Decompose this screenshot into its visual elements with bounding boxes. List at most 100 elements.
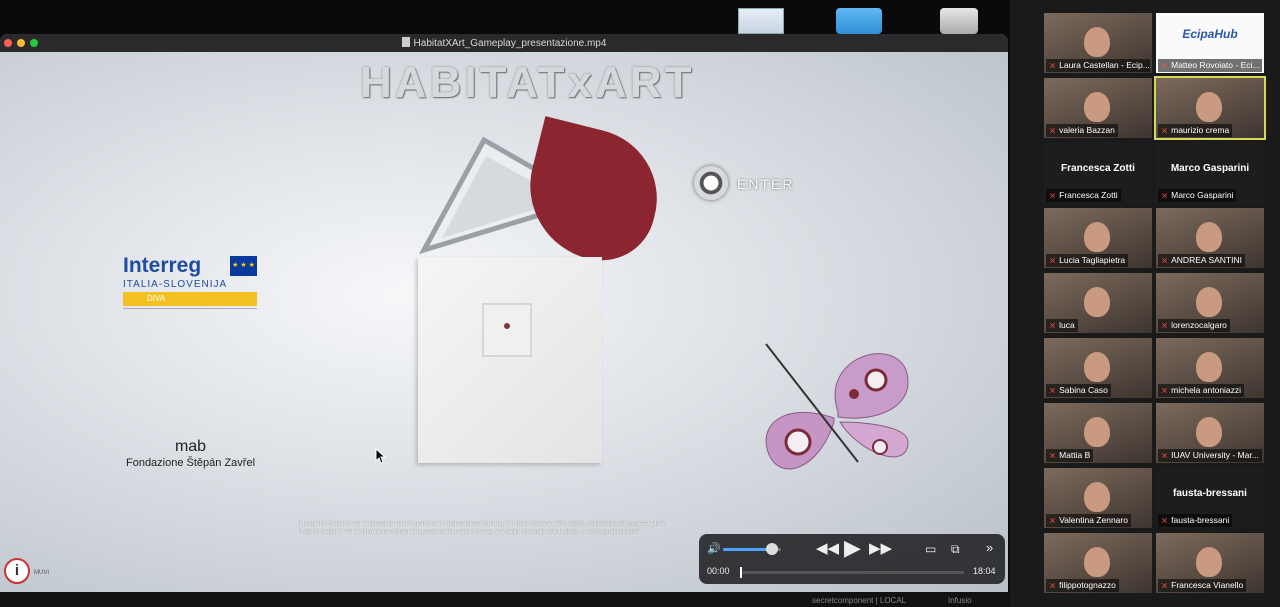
- participant-tile[interactable]: ⨯ filippotognazzo: [1044, 533, 1152, 593]
- participant-name-text: filippotognazzo: [1059, 580, 1116, 590]
- fast-forward-button[interactable]: ▶▶: [869, 539, 892, 557]
- more-options-icon[interactable]: »: [986, 540, 993, 555]
- participant-video: [1084, 222, 1110, 252]
- participant-name: ⨯ Laura Castellan - Ecip...: [1046, 59, 1150, 72]
- participant-name: ⨯ Marco Gasparini: [1158, 189, 1237, 202]
- credits-line-2: Projekt Habitat X ArT je financiran s st…: [298, 529, 642, 535]
- participant-tile[interactable]: fausta-bressani ⨯ fausta-bressani: [1156, 468, 1264, 528]
- mic-muted-icon: ⨯: [1161, 385, 1169, 395]
- participant-tile[interactable]: ⨯ Mattia B: [1044, 403, 1152, 463]
- participant-name-text: Matteo Rovoiato - Eci...: [1171, 60, 1260, 70]
- picture-in-picture-icon[interactable]: ⧉: [951, 542, 960, 557]
- desktop-screen: HabitatXArt_Gameplay_presentazione.mp4 H…: [0, 0, 1280, 607]
- participant-tile[interactable]: ⨯ IUAV University - Mar...: [1156, 403, 1264, 463]
- airplay-icon[interactable]: ▭: [925, 542, 936, 556]
- mic-muted-icon: ⨯: [1049, 255, 1057, 265]
- credits-text: Il progetto Habitat X ArT è finanziato d…: [298, 520, 738, 536]
- participant-video: [1084, 547, 1110, 577]
- participant-tile[interactable]: Francesca Zotti ⨯ Francesca Zotti: [1044, 143, 1152, 203]
- participant-video: [1084, 92, 1110, 122]
- participant-tile[interactable]: ⨯ Lucia Tagliapietra: [1044, 208, 1152, 268]
- document-icon[interactable]: [738, 8, 784, 34]
- mic-muted-icon: ⨯: [1049, 190, 1057, 200]
- participant-video: [1084, 417, 1110, 447]
- mic-muted-icon: ⨯: [1161, 60, 1169, 70]
- mic-muted-icon: ⨯: [1049, 450, 1057, 460]
- cube-window: [482, 303, 532, 357]
- participant-name: ⨯ filippotognazzo: [1046, 579, 1119, 592]
- mic-muted-icon: ⨯: [1161, 320, 1169, 330]
- bottom-text-2: Infusio: [948, 596, 972, 605]
- participant-tile[interactable]: ⨯ valeria Bazzan: [1044, 78, 1152, 138]
- bottom-strip: secretcomponent | LOCAL Infusio: [0, 592, 1010, 607]
- participant-tile[interactable]: ⨯ michela antoniazzi: [1156, 338, 1264, 398]
- participant-name: ⨯ Francesca Zotti: [1046, 189, 1121, 202]
- eu-flag-icon: ★ ★ ★: [230, 256, 257, 276]
- scrubber-bar[interactable]: [740, 567, 964, 578]
- participant-name: ⨯ Lucia Tagliapietra: [1046, 254, 1129, 267]
- participant-name-text: luca: [1059, 320, 1075, 330]
- participants-panel: ⨯ Laura Castellan - Ecip... EcipaHub ⨯ Matte…: [1010, 0, 1280, 607]
- playback-controls: 🔊 ◀◀ ▶ ▶▶ ▭ ⧉ » 00:00 18:04: [699, 534, 1005, 584]
- participant-name: ⨯ Francesca Vianello: [1158, 579, 1247, 592]
- play-button[interactable]: ▶: [844, 535, 861, 561]
- participant-tile[interactable]: ⨯ luca: [1044, 273, 1152, 333]
- participant-display-name: Marco Gasparini: [1170, 163, 1250, 174]
- rewind-button[interactable]: ◀◀: [816, 539, 839, 557]
- participant-name: ⨯ Sabina Caso: [1046, 384, 1111, 397]
- participant-name-text: Francesca Vianello: [1171, 580, 1244, 590]
- participant-name: ⨯ lorenzocalgaro: [1158, 319, 1230, 332]
- cube-dot: [504, 323, 510, 329]
- interreg-country: ITALIA-SLOVENIJA: [123, 279, 228, 290]
- participant-video: [1084, 482, 1110, 512]
- participant-name: ⨯ ANDREA SANTINI: [1158, 254, 1245, 267]
- participant-tile[interactable]: ⨯ ANDREA SANTINI: [1156, 208, 1264, 268]
- participant-tile[interactable]: Marco Gasparini ⨯ Marco Gasparini: [1156, 143, 1264, 203]
- mic-muted-icon: ⨯: [1161, 125, 1169, 135]
- window-title: HabitatXArt_Gameplay_presentazione.mp4: [0, 37, 1008, 49]
- participant-display-name: fausta-bressani: [1173, 488, 1247, 499]
- participant-name: ⨯ Mattia B: [1046, 449, 1094, 462]
- folder-icon[interactable]: [836, 8, 882, 34]
- participant-name-text: Mattia B: [1059, 450, 1091, 460]
- bottom-text-1: secretcomponent | LOCAL: [812, 596, 907, 605]
- participant-name-text: ANDREA SANTINI: [1171, 255, 1242, 265]
- disk-icon[interactable]: [940, 8, 978, 34]
- scrubber-handle[interactable]: [740, 567, 742, 578]
- volume-knob[interactable]: [766, 543, 779, 555]
- participant-video: [1196, 352, 1222, 382]
- participant-name: ⨯ valeria Bazzan: [1046, 124, 1118, 137]
- participant-name-text: lorenzocalgaro: [1171, 320, 1227, 330]
- participant-tile[interactable]: ⨯ Laura Castellan - Ecip...: [1044, 13, 1152, 73]
- participant-tile[interactable]: ⨯ maurizio crema: [1154, 76, 1266, 140]
- participant-tile[interactable]: ⨯ Valentina Zennaro: [1044, 468, 1152, 528]
- volume-fill: [723, 548, 773, 551]
- video-frame[interactable]: HABITATxART Interreg ★ ★ ★ ITALIA-SLOVEN…: [0, 52, 1008, 592]
- participant-name: ⨯ IUAV University - Mar...: [1158, 449, 1262, 462]
- participant-name-text: Lucia Tagliapietra: [1059, 255, 1126, 265]
- participant-tile[interactable]: ⨯ Sabina Caso: [1044, 338, 1152, 398]
- participant-tile[interactable]: EcipaHub ⨯ Matteo Rovoiato - Eci...: [1156, 13, 1264, 73]
- participant-name: ⨯ luca: [1046, 319, 1078, 332]
- participant-video: [1196, 287, 1222, 317]
- participant-name: ⨯ Matteo Rovoiato - Eci...: [1158, 59, 1262, 72]
- participant-name: ⨯ fausta-bressani: [1158, 514, 1233, 527]
- info-icon[interactable]: i: [4, 558, 30, 584]
- window-title-text: HabitatXArt_Gameplay_presentazione.mp4: [413, 38, 607, 49]
- mic-muted-icon: ⨯: [1161, 450, 1169, 460]
- window-titlebar: HabitatXArt_Gameplay_presentazione.mp4: [0, 34, 1008, 52]
- mic-muted-icon: ⨯: [1161, 255, 1169, 265]
- participant-video: [1084, 287, 1110, 317]
- file-icon: [401, 37, 410, 47]
- participant-tile[interactable]: ⨯ lorenzocalgaro: [1156, 273, 1264, 333]
- mic-muted-icon: ⨯: [1049, 515, 1057, 525]
- volume-icon[interactable]: 🔊: [707, 542, 721, 555]
- mic-muted-icon: ⨯: [1161, 580, 1169, 590]
- participant-logo: EcipaHub: [1182, 27, 1238, 41]
- muvi-label: MUVI: [34, 570, 49, 576]
- mic-muted-icon: ⨯: [1049, 125, 1057, 135]
- mab-logo: mab: [174, 438, 207, 455]
- participant-tile[interactable]: ⨯ Francesca Vianello: [1156, 533, 1264, 593]
- participant-name-text: fausta-bressani: [1171, 515, 1230, 525]
- participant-video: [1196, 222, 1222, 252]
